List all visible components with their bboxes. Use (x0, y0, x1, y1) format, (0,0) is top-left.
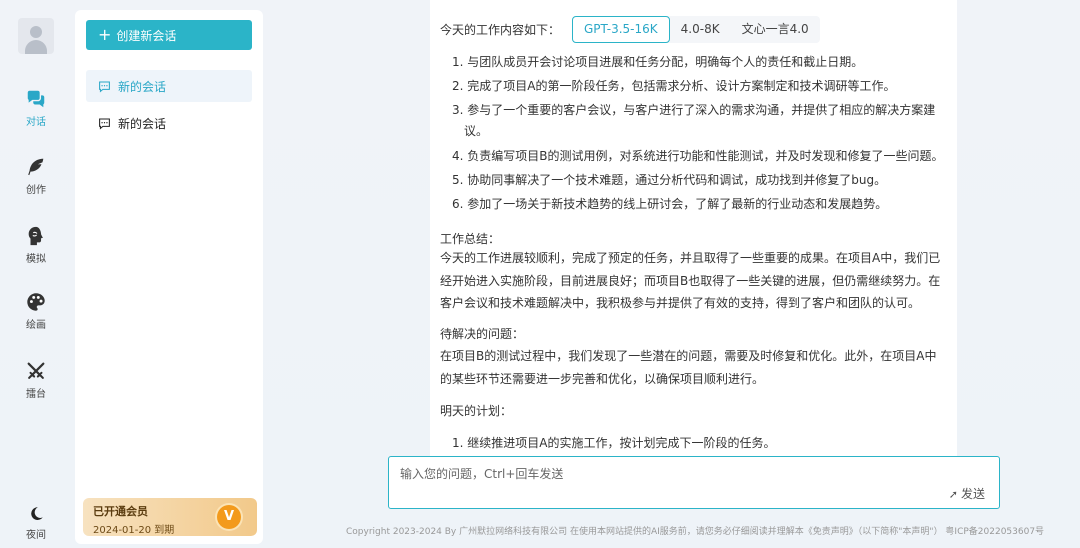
rail-item-arena[interactable]: 擂台 (0, 360, 72, 400)
model-selector: GPT-3.5-16K 4.0-8K 文心一言4.0 (572, 16, 820, 43)
list-item: 1. 与团队成员开会讨论项目进展和任务分配，明确每个人的责任和截止日期。 (452, 55, 864, 69)
summary-line: 客户会议和技术难题解决中，我积极参与并提供了有效的支持，得到了客户和团队的认可。 (440, 296, 921, 310)
send-button[interactable]: ➚ 发送 (949, 485, 985, 502)
summary-line: 今天的工作进展较顺利，完成了预定的任务，并且取得了一些重要的成果。在项目A中，我… (440, 251, 941, 265)
session-item[interactable]: 新的会话 (86, 107, 252, 139)
list-item: 6. 参加了一场关于新技术趋势的线上研讨会，了解了最新的行业动态和发展趋势。 (452, 197, 888, 211)
head-profile-icon (28, 226, 43, 246)
rail-item-create[interactable]: 创作 (0, 156, 72, 196)
tab-model-gpt4[interactable]: 4.0-8K (670, 16, 731, 43)
vip-badge-icon: V (217, 505, 241, 529)
list-item: 4. 负责编写项目B的测试用例，对系统进行功能和性能测试，并及时发现和修复了一些… (452, 149, 944, 163)
chat-icon (99, 118, 110, 130)
nav-rail: 对话 创作 模拟 绘画 擂台 夜间 (0, 0, 72, 548)
issues-line: 在项目B的测试过程中，我们发现了一些潜在的问题，需要及时修复和优化。此外，在项目… (440, 349, 937, 363)
list-item: 2. 完成了项目A的第一阶段任务，包括需求分析、设计方案制定和技术调研等工作。 (452, 79, 896, 93)
feather-icon (28, 158, 44, 176)
issues-title: 待解决的问题： (440, 327, 525, 341)
chat-icon (99, 81, 110, 93)
chat-message: 今天的工作内容如下： 1. 与团队成员开会讨论项目进展和任务分配，明确每个人的责… (430, 0, 957, 456)
summary-line: 经开始进入实施阶段，目前进展良好；而项目B也取得了一些关键的进展，但仍需继续努力… (440, 274, 941, 288)
plan-title: 明天的计划： (440, 404, 513, 418)
rail-item-label: 擂台 (26, 389, 46, 400)
rail-item-chat[interactable]: 对话 (0, 88, 72, 128)
list-item: 5. 协助同事解决了一个技术难题，通过分析代码和调试，成功找到并修复了bug。 (452, 173, 887, 187)
rail-item-label: 创作 (26, 185, 46, 196)
send-label: 发送 (960, 487, 985, 501)
session-item[interactable]: 新的会话 (86, 70, 252, 102)
night-mode-label: 夜间 (26, 530, 46, 541)
tab-model-gpt35[interactable]: GPT-3.5-16K (572, 16, 670, 43)
list-item: 议。 (464, 124, 489, 138)
avatar[interactable] (18, 18, 54, 54)
issues-line: 的某些环节还需要进一步完善和优化，以确保项目顺利进行。 (440, 372, 765, 386)
chat-bubbles-icon (27, 90, 45, 108)
tab-model-wenxin[interactable]: 文心一言4.0 (731, 16, 820, 43)
session-label: 新的会话 (118, 116, 167, 131)
rail-item-label: 对话 (26, 117, 46, 128)
rail-item-label: 绘画 (26, 320, 46, 331)
session-label: 新的会话 (118, 79, 167, 94)
moon-icon (31, 507, 43, 520)
message-input-box: ➚发送 (388, 456, 1000, 509)
new-chat-label: 创建新会话 (116, 28, 177, 43)
night-mode-toggle[interactable]: 夜间 (0, 505, 72, 541)
list-item: 3. 参与了一个重要的客户会议，与客户进行了深入的需求沟通，并提供了相应的解决方… (452, 103, 936, 117)
rail-item-paint[interactable]: 绘画 (0, 291, 72, 331)
palette-icon (27, 293, 45, 311)
session-sidebar: + 创建新会话 新的会话 新的会话 已开通会员 2024-01-20 到期 V (75, 10, 263, 544)
crossed-swords-icon (27, 362, 45, 379)
send-icon: ➚ (948, 488, 958, 501)
rail-item-simulate[interactable]: 模拟 (0, 225, 72, 265)
membership-card[interactable]: 已开通会员 2024-01-20 到期 V (83, 498, 257, 536)
message-input[interactable] (389, 457, 999, 508)
rail-item-label: 模拟 (26, 254, 46, 265)
new-chat-button[interactable]: + 创建新会话 (86, 20, 252, 50)
list-item: 1. 继续推进项目A的实施工作，按计划完成下一阶段的任务。 (452, 436, 776, 450)
footer-copyright: Copyright 2023-2024 By 广州默拉网络科技有限公司 在使用本… (346, 527, 1045, 537)
plus-icon: + (98, 25, 112, 44)
